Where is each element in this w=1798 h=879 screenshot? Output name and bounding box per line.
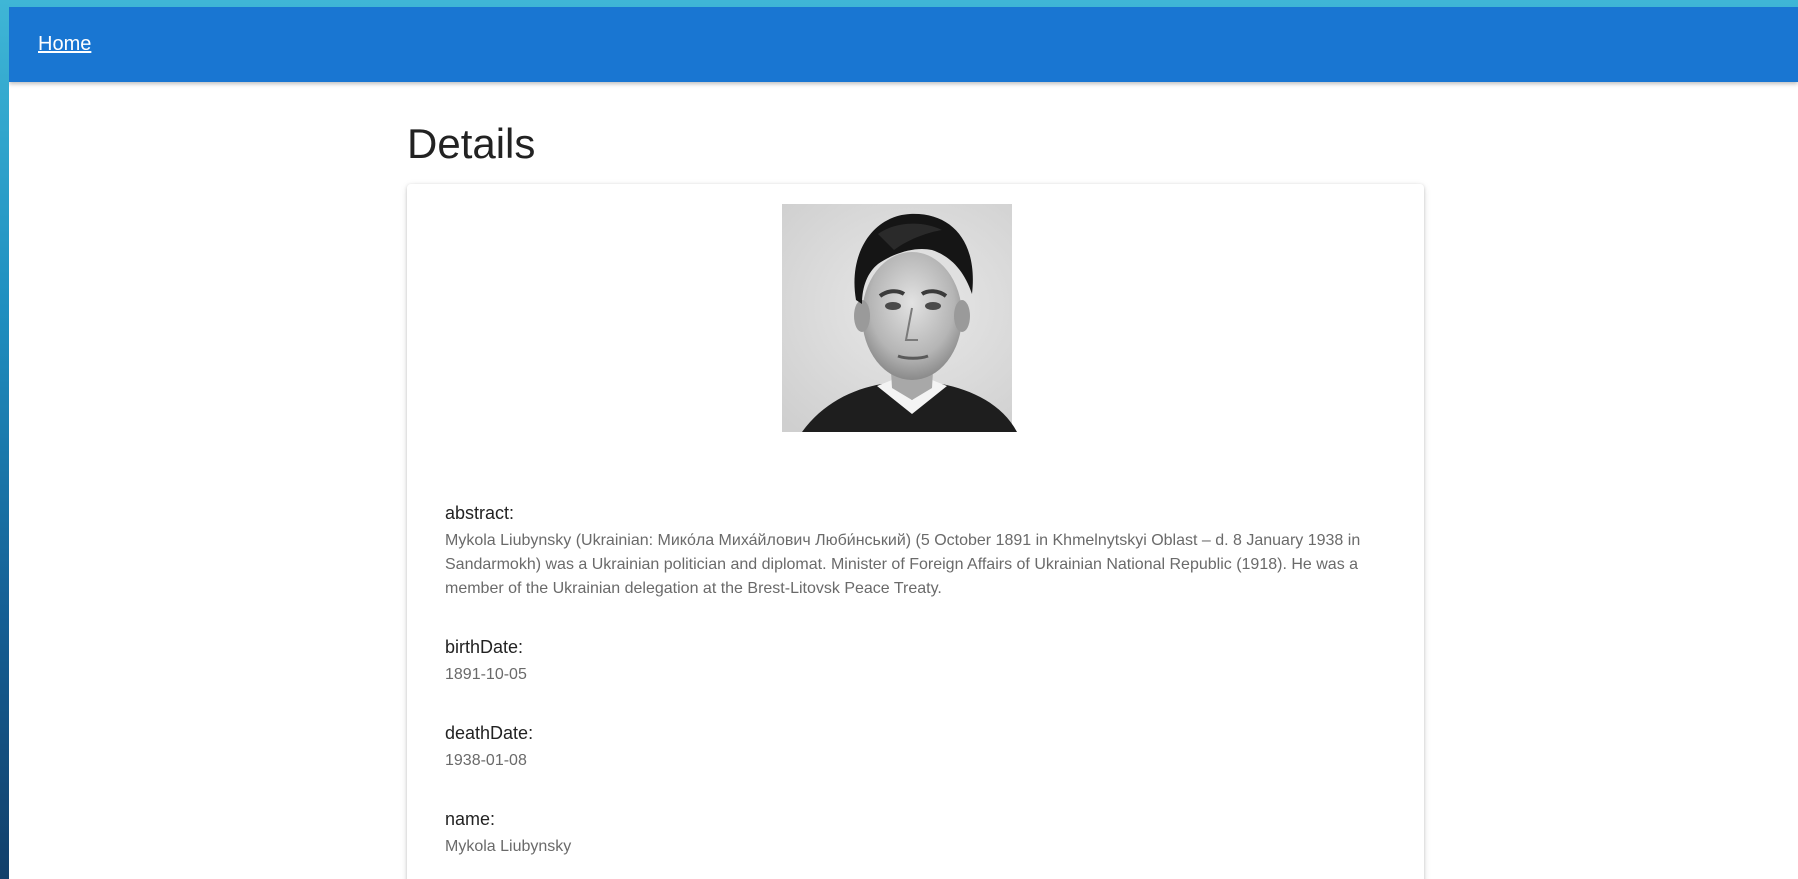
page-title: Details [407, 120, 536, 167]
field-label: birthDate: [445, 637, 524, 657]
field-label: abstract: [445, 503, 515, 523]
details-card: abstract: Mykola Liubynsky (Ukrainian: М… [407, 184, 1424, 879]
field-name: name: Mykola Liubynsky [445, 807, 1375, 859]
field-birthdate: birthDate: 1891-10-05 [445, 635, 1375, 687]
field-label: deathDate: [445, 723, 534, 743]
field-deathdate: deathDate: 1938-01-08 [445, 721, 1375, 773]
field-value: 1891-10-05 [445, 666, 527, 683]
home-link[interactable]: Home [38, 33, 91, 56]
field-value: Mykola Liubynsky [445, 838, 572, 855]
field-abstract: abstract: Mykola Liubynsky (Ukrainian: М… [445, 501, 1375, 601]
field-label: name: [445, 809, 496, 829]
field-value: Mykola Liubynsky (Ukrainian: Мико́ла Мих… [445, 532, 1361, 597]
browser-viewport: Home Details abstract: Mykola Liubynsky … [9, 7, 1798, 879]
app-bar: Home [9, 7, 1798, 82]
field-value: 1938-01-08 [445, 752, 527, 769]
portrait-photo [782, 204, 1042, 432]
